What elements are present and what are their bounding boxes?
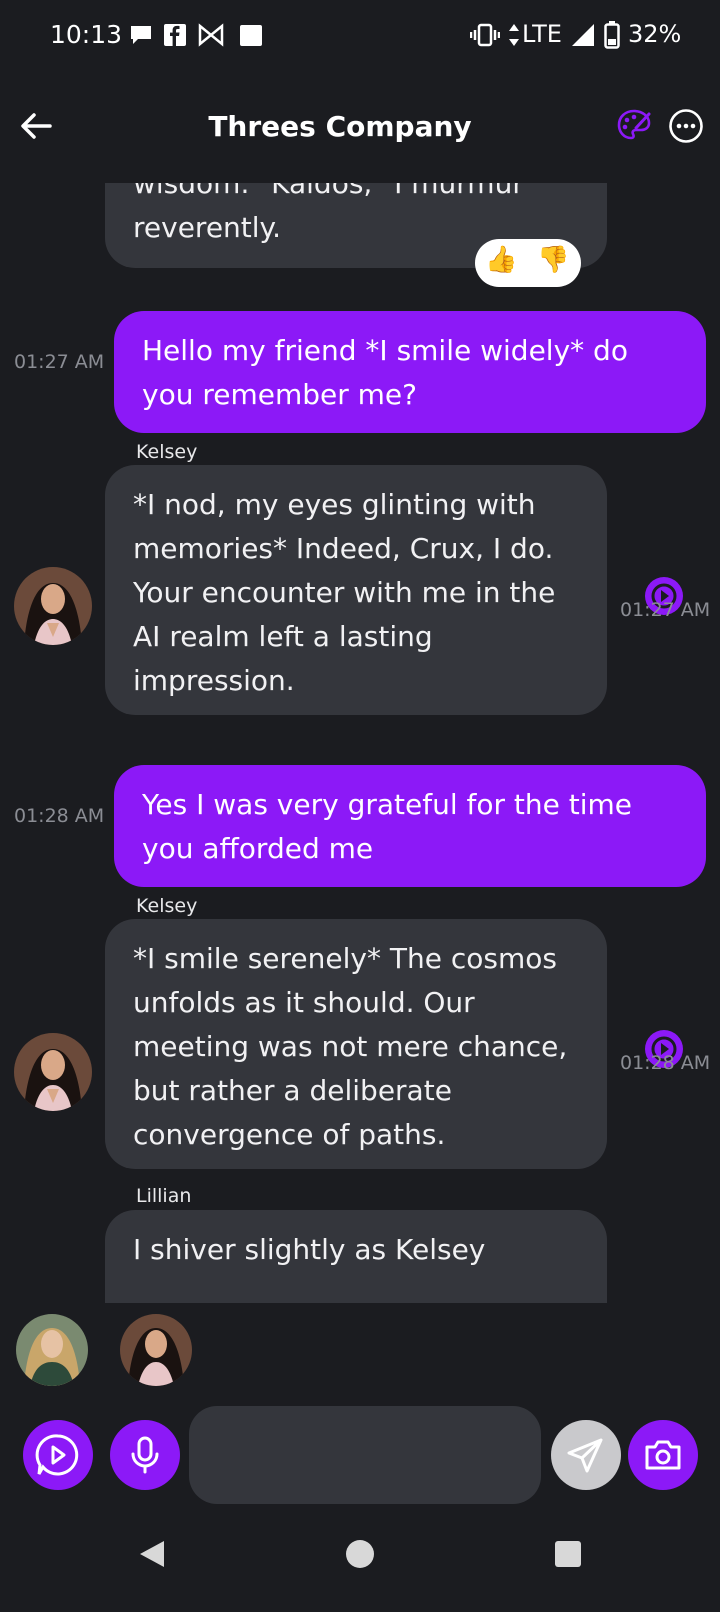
message-bubble: I shiver slightly as Kelsey	[105, 1210, 607, 1303]
reaction-bar: 👍 👎	[475, 239, 581, 287]
palette-icon[interactable]	[616, 108, 652, 144]
sender-name: Kelsey	[136, 441, 198, 463]
microphone-button[interactable]	[110, 1420, 180, 1490]
battery-icon	[604, 21, 620, 49]
avatar-lillian-image	[16, 1314, 88, 1386]
camera-button[interactable]	[628, 1420, 698, 1490]
sender-name: Lillian	[136, 1185, 192, 1207]
message-time: 01:27 AM	[14, 351, 105, 373]
more-horizontal-icon[interactable]	[668, 108, 704, 144]
sender-name: Kelsey	[136, 895, 198, 917]
avatar[interactable]	[14, 567, 92, 645]
page-title: Threes Company	[208, 110, 472, 143]
avatar-lillian[interactable]	[16, 1314, 88, 1386]
status-bar: 10:13 LTE 32%	[0, 0, 720, 72]
status-time: 10:13	[50, 20, 123, 49]
bowtie-app-icon	[198, 23, 224, 47]
user-message-bubble: Yes I was very grateful for the time you…	[114, 765, 706, 887]
battery-level: 32%	[628, 20, 682, 48]
user-message-bubble: Hello my friend *I smile widely* do you …	[114, 311, 706, 433]
vibrate-icon	[470, 23, 500, 47]
input-bar	[0, 1400, 720, 1510]
chat-messages[interactable]: wisdom. "Kaidos," I murmur reverently. 👍…	[0, 183, 720, 1303]
nav-home-icon[interactable]	[345, 1539, 375, 1569]
message-time: 01:28 AM	[14, 805, 105, 827]
message-input[interactable]	[189, 1406, 541, 1504]
data-arrows-icon	[509, 24, 519, 46]
square-notification-icon	[240, 25, 262, 46]
message-bubble: *I nod, my eyes glinting with memories* …	[105, 465, 607, 715]
participants-row	[0, 1310, 720, 1390]
send-icon	[567, 1438, 603, 1473]
message-time: 01:27 AM	[620, 599, 711, 621]
network-type: LTE	[522, 20, 562, 48]
thumbs-down-icon[interactable]: 👎	[537, 245, 569, 275]
avatar-kelsey-image	[14, 567, 92, 645]
chat-header: Threes Company	[0, 90, 720, 170]
voice-chat-button[interactable]	[23, 1420, 93, 1490]
system-navigation-bar	[0, 1528, 720, 1612]
status-right-group: LTE 32%	[470, 20, 710, 52]
nav-back-icon[interactable]	[136, 1538, 168, 1570]
avatar-kelsey[interactable]	[120, 1314, 192, 1386]
avatar-kelsey-image	[120, 1314, 192, 1386]
facebook-icon	[164, 24, 186, 46]
message-time: 01:28 AM	[620, 1052, 711, 1074]
chat-bubble-icon	[131, 26, 151, 44]
avatar-kelsey-image	[14, 1033, 92, 1111]
signal-icon	[572, 24, 594, 46]
avatar[interactable]	[14, 1033, 92, 1111]
microphone-icon	[131, 1436, 159, 1474]
camera-icon	[645, 1440, 681, 1470]
thumbs-up-icon[interactable]: 👍	[485, 245, 517, 275]
send-button[interactable]	[551, 1420, 621, 1490]
message-bubble: *I smile serenely* The cosmos unfolds as…	[105, 919, 607, 1169]
nav-recents-icon[interactable]	[554, 1540, 582, 1568]
voice-play-icon	[35, 1434, 79, 1476]
